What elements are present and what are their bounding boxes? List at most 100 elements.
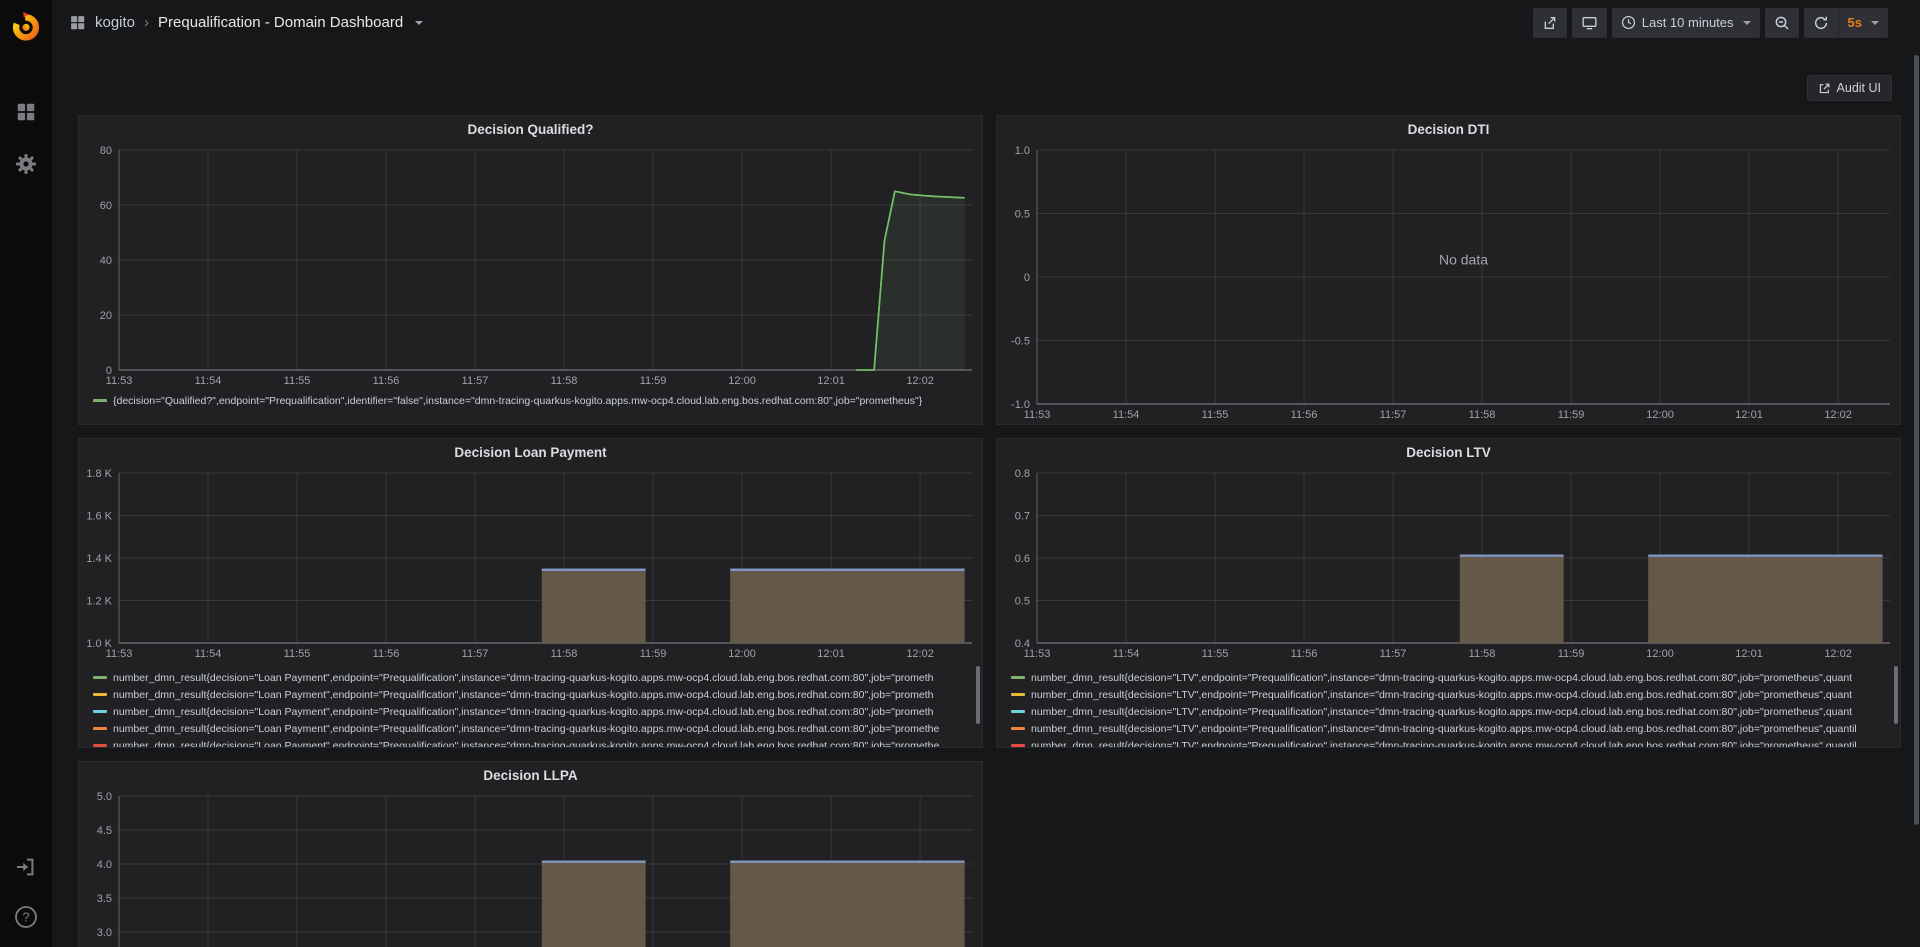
svg-text:4.5: 4.5 [97, 825, 112, 837]
svg-text:11:56: 11:56 [373, 648, 400, 660]
svg-text:5.0: 5.0 [97, 791, 112, 803]
svg-text:11:55: 11:55 [284, 375, 311, 387]
svg-text:12:01: 12:01 [817, 375, 845, 387]
navbar-actions: Last 10 minutes 5s [1533, 8, 1920, 38]
refresh-controls: 5s [1804, 8, 1888, 38]
svg-text:0.6: 0.6 [1015, 553, 1030, 565]
legend-item[interactable]: number_dmn_result{decision="LTV",endpoin… [1011, 703, 1890, 720]
audit-ui-label: Audit UI [1837, 81, 1881, 95]
svg-text:11:56: 11:56 [1291, 648, 1318, 660]
svg-text:0.5: 0.5 [1015, 209, 1030, 221]
legend-item[interactable]: number_dmn_result{decision="LTV",endpoin… [1011, 720, 1890, 737]
svg-text:11:58: 11:58 [551, 375, 578, 387]
svg-text:12:02: 12:02 [1824, 648, 1852, 660]
chart-area[interactable]: 0.40.50.60.70.811:5311:5411:5511:5611:57… [997, 465, 1900, 663]
sidebar-item-sign-in[interactable] [10, 851, 42, 883]
refresh-interval-label: 5s [1848, 15, 1862, 30]
svg-text:1.8 K: 1.8 K [86, 468, 112, 480]
svg-text:11:56: 11:56 [373, 375, 400, 387]
svg-text:12:01: 12:01 [1735, 648, 1763, 660]
svg-text:11:58: 11:58 [551, 648, 578, 660]
svg-text:11:54: 11:54 [1113, 409, 1140, 421]
zoom-out-icon [1774, 15, 1790, 31]
help-icon: ? [14, 905, 38, 929]
legend-item[interactable]: number_dmn_result{decision="LTV",endpoin… [1011, 669, 1890, 686]
sidebar-item-configuration[interactable] [10, 148, 42, 180]
legend-item[interactable]: {decision="Qualified?",endpoint="Prequal… [93, 392, 972, 409]
top-navbar: kogito › Prequalification - Domain Dashb… [52, 0, 1920, 45]
legend-item[interactable]: number_dmn_result{decision="Loan Payment… [93, 737, 972, 747]
time-range-caret-icon [1743, 21, 1751, 25]
svg-text:60: 60 [100, 200, 112, 212]
legend-series-color [1011, 727, 1025, 730]
zoom-out-button[interactable] [1765, 8, 1799, 38]
legend-series-color [93, 399, 107, 402]
legend-series-label: number_dmn_result{decision="Loan Payment… [113, 706, 934, 718]
legend-item[interactable]: number_dmn_result{decision="Loan Payment… [93, 703, 972, 720]
sidebar-item-help[interactable]: ? [10, 901, 42, 933]
legend-series-label: number_dmn_result{decision="LTV",endpoin… [1031, 740, 1857, 748]
legend-item[interactable]: number_dmn_result{decision="LTV",endpoin… [1011, 686, 1890, 703]
breadcrumb-separator-icon: › [144, 14, 149, 31]
svg-text:12:00: 12:00 [728, 648, 756, 660]
svg-text:11:57: 11:57 [1380, 409, 1407, 421]
refresh-button[interactable] [1804, 8, 1838, 38]
dashboard-title-caret-icon[interactable] [415, 21, 423, 25]
legend-series-label: number_dmn_result{decision="LTV",endpoin… [1031, 689, 1852, 701]
panel-title[interactable]: Decision LTV [997, 439, 1900, 465]
chart-area[interactable]: 1.0 K1.2 K1.4 K1.6 K1.8 K11:5311:5411:55… [79, 465, 982, 663]
svg-text:11:59: 11:59 [640, 375, 667, 387]
chart-area[interactable]: 2.53.03.54.04.55.011:5311:5411:5511:5611… [79, 788, 982, 947]
time-range-picker[interactable]: Last 10 minutes [1612, 8, 1760, 38]
legend-scrollbar-thumb[interactable] [1894, 666, 1898, 724]
svg-text:11:53: 11:53 [106, 648, 133, 660]
audit-ui-button[interactable]: Audit UI [1807, 75, 1892, 101]
legend-series-label: number_dmn_result{decision="Loan Payment… [113, 740, 939, 748]
svg-text:No data: No data [1439, 251, 1488, 267]
legend-series-label: number_dmn_result{decision="LTV",endpoin… [1031, 706, 1852, 718]
legend-scrollbar-thumb[interactable] [976, 666, 980, 724]
svg-text:20: 20 [100, 310, 112, 322]
page-scrollbar-thumb[interactable] [1914, 55, 1919, 825]
monitor-icon [1581, 15, 1598, 31]
panel-decision-dti: Decision DTI -1.0-0.500.51.011:5311:5411… [996, 115, 1901, 425]
share-icon [1542, 15, 1558, 31]
panel-title[interactable]: Decision LLPA [79, 762, 982, 788]
sidebar-item-dashboards[interactable] [10, 96, 42, 128]
svg-text:11:54: 11:54 [195, 648, 222, 660]
legend-item[interactable]: number_dmn_result{decision="Loan Payment… [93, 720, 972, 737]
svg-text:11:59: 11:59 [1558, 409, 1585, 421]
panel-decision-qualified: Decision Qualified? 02040608011:5311:541… [78, 115, 983, 425]
grafana-logo[interactable] [0, 0, 52, 52]
share-button[interactable] [1533, 8, 1567, 38]
legend-series-label: number_dmn_result{decision="LTV",endpoin… [1031, 723, 1857, 735]
svg-text:12:01: 12:01 [1735, 409, 1763, 421]
refresh-interval-dropdown[interactable]: 5s [1838, 8, 1888, 38]
panel-title[interactable]: Decision Loan Payment [79, 439, 982, 465]
svg-text:11:53: 11:53 [1024, 648, 1051, 660]
legend-item[interactable]: number_dmn_result{decision="Loan Payment… [93, 686, 972, 703]
tv-mode-button[interactable] [1572, 8, 1607, 38]
chart-area[interactable]: -1.0-0.500.51.011:5311:5411:5511:5611:57… [997, 142, 1900, 424]
svg-text:11:55: 11:55 [1202, 409, 1229, 421]
legend-series-color [1011, 710, 1025, 713]
svg-text:1.2 K: 1.2 K [86, 596, 112, 608]
legend-series-label: number_dmn_result{decision="Loan Payment… [113, 672, 934, 684]
chart-legend: number_dmn_result{decision="Loan Payment… [79, 663, 982, 747]
svg-text:3.5: 3.5 [97, 893, 112, 905]
svg-text:11:55: 11:55 [284, 648, 311, 660]
panel-title[interactable]: Decision Qualified? [79, 116, 982, 142]
panel-title[interactable]: Decision DTI [997, 116, 1900, 142]
chart-area[interactable]: 02040608011:5311:5411:5511:5611:5711:581… [79, 142, 982, 390]
breadcrumb-folder[interactable]: kogito [95, 14, 135, 31]
legend-item[interactable]: number_dmn_result{decision="LTV",endpoin… [1011, 737, 1890, 747]
svg-text:11:57: 11:57 [462, 375, 489, 387]
svg-text:11:59: 11:59 [640, 648, 667, 660]
legend-series-label: {decision="Qualified?",endpoint="Prequal… [113, 395, 922, 407]
svg-text:11:58: 11:58 [1469, 648, 1496, 660]
dashboard-title[interactable]: Prequalification - Domain Dashboard [158, 14, 403, 31]
svg-text:?: ? [22, 910, 29, 925]
svg-text:11:53: 11:53 [1024, 409, 1051, 421]
legend-item[interactable]: number_dmn_result{decision="Loan Payment… [93, 669, 972, 686]
svg-text:12:00: 12:00 [728, 375, 756, 387]
